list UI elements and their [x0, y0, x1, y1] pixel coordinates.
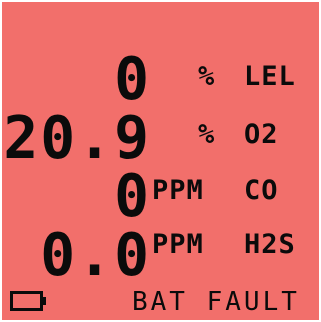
lel-percent-symbol: % [198, 61, 216, 92]
co-unit-label: CO [244, 175, 279, 206]
o2-unit-label: O2 [244, 119, 279, 150]
h2s-unit-label: H2S [244, 229, 296, 260]
gas-detector-display: 0 % LEL 20.9 % O2 0 PPM CO 0.0 PPM H2S B… [2, 2, 319, 320]
o2-percent-symbol: % [198, 119, 216, 150]
h2s-ppm-label: PPM [152, 229, 204, 260]
co-reading-value: 0 [114, 160, 151, 231]
lel-unit-label: LEL [244, 61, 296, 92]
co-ppm-label: PPM [152, 175, 204, 206]
battery-empty-icon [10, 291, 46, 311]
o2-reading-value: 20.9 [3, 102, 151, 173]
battery-fault-message: BAT FAULT [132, 287, 300, 317]
lel-reading-value: 0 [114, 43, 151, 114]
h2s-reading-value: 0.0 [40, 219, 151, 290]
